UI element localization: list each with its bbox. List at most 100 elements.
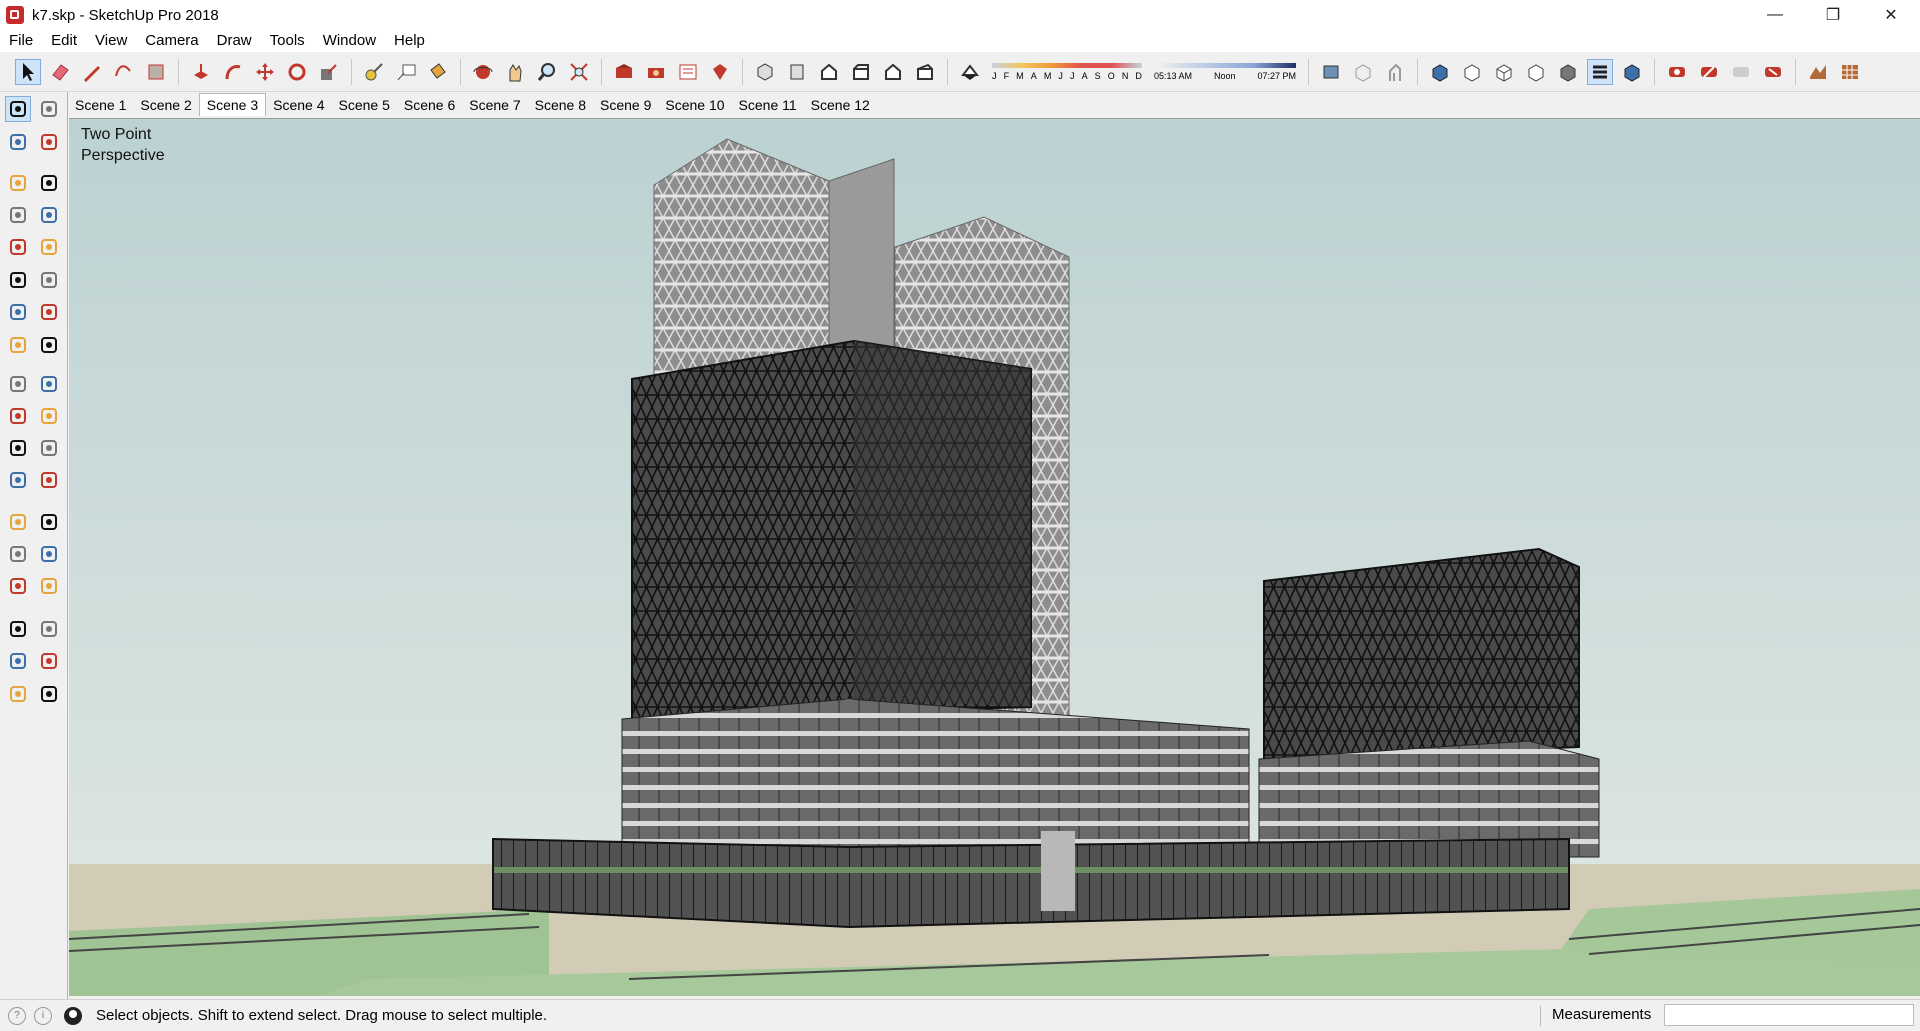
model-viewport[interactable]: Two Point Perspective: [69, 118, 1920, 996]
polygon-icon[interactable]: [36, 234, 62, 260]
pan-icon[interactable]: [36, 541, 62, 567]
protractor-icon[interactable]: [5, 467, 31, 493]
tape-measure-icon[interactable]: [5, 435, 31, 461]
zoom-icon[interactable]: [534, 59, 560, 85]
sandbox-tools-icon[interactable]: [1805, 59, 1831, 85]
x-ray-icon[interactable]: [1318, 59, 1344, 85]
position-camera-icon[interactable]: [5, 648, 31, 674]
push-pull-icon[interactable]: [36, 332, 62, 358]
rectangle-icon[interactable]: [5, 202, 31, 228]
rectangle-icon[interactable]: [143, 59, 169, 85]
text-label-icon[interactable]: [393, 59, 419, 85]
select-arrow-icon[interactable]: [5, 96, 31, 122]
dimension-icon[interactable]: [36, 435, 62, 461]
component-icon[interactable]: [36, 96, 62, 122]
scene-tab[interactable]: Scene 6: [397, 94, 462, 116]
eraser-icon[interactable]: [47, 59, 73, 85]
scale-icon[interactable]: [5, 403, 31, 429]
model-scene[interactable]: Two Point Perspective: [69, 119, 1920, 996]
zoom-extents-icon[interactable]: [5, 616, 31, 642]
pan-icon[interactable]: [502, 59, 528, 85]
3d-text-icon[interactable]: [36, 509, 62, 535]
shadow-date-bar[interactable]: [992, 62, 1142, 68]
scene-tab[interactable]: Scene 9: [593, 94, 658, 116]
walk-icon[interactable]: [5, 681, 31, 707]
previous-view-icon[interactable]: [36, 616, 62, 642]
credits-info-icon[interactable]: i: [34, 1006, 52, 1025]
follow-me-icon[interactable]: [36, 371, 62, 397]
menu-window[interactable]: Window: [314, 30, 385, 52]
three-point-arc-icon[interactable]: [36, 299, 62, 325]
paint-bucket-icon[interactable]: [425, 59, 451, 85]
right-view-icon[interactable]: [848, 59, 874, 85]
pencil-line-icon[interactable]: [79, 59, 105, 85]
scene-tab[interactable]: Scene 7: [462, 94, 527, 116]
sandbox-grid-icon[interactable]: [1837, 59, 1863, 85]
two-point-arc-icon[interactable]: [5, 299, 31, 325]
select-arrow-icon[interactable]: [15, 58, 41, 85]
menu-tools[interactable]: Tools: [261, 30, 314, 52]
shadows-toggle-icon[interactable]: [957, 59, 983, 85]
minimize-button[interactable]: —: [1746, 0, 1804, 30]
iso-view-icon[interactable]: [752, 59, 778, 85]
scene-tab[interactable]: Scene 8: [528, 94, 593, 116]
shadow-time-slider[interactable]: 05:13 AM Noon 07:27 PM: [1154, 62, 1296, 81]
layers-active-icon[interactable]: [1587, 58, 1613, 85]
layout-send-icon[interactable]: [675, 59, 701, 85]
section-plane-icon[interactable]: [1696, 59, 1722, 85]
close-button[interactable]: ✕: [1862, 0, 1920, 30]
zoom-extents-icon[interactable]: [566, 59, 592, 85]
shadow-date-slider[interactable]: J F M A M J J A S O N D: [992, 58, 1142, 86]
axes-icon[interactable]: [5, 509, 31, 535]
back-edges-icon[interactable]: [1350, 59, 1376, 85]
offset-icon[interactable]: [36, 403, 62, 429]
move-icon[interactable]: [5, 332, 31, 358]
move-icon[interactable]: [252, 59, 278, 85]
scene-tab[interactable]: Scene 4: [266, 94, 331, 116]
styles-icon[interactable]: [1619, 59, 1645, 85]
measurements-input[interactable]: [1664, 1004, 1914, 1026]
user-account-icon[interactable]: [64, 1006, 82, 1025]
orbit-icon[interactable]: [5, 541, 31, 567]
shadow-time-bar[interactable]: [1154, 62, 1296, 68]
rotate-icon[interactable]: [284, 59, 310, 85]
extension-warehouse-icon[interactable]: [643, 59, 669, 85]
hidden-line-icon[interactable]: [1427, 59, 1453, 85]
follow-me-icon[interactable]: [220, 59, 246, 85]
front-view-icon[interactable]: [816, 59, 842, 85]
ruby-console-icon[interactable]: [707, 59, 733, 85]
rotate-icon[interactable]: [5, 371, 31, 397]
scene-tab[interactable]: Scene 11: [732, 94, 804, 116]
scale-icon[interactable]: [316, 59, 342, 85]
scene-tab[interactable]: Scene 12: [804, 94, 877, 116]
scene-tab[interactable]: Scene 2: [133, 94, 198, 116]
eraser-icon[interactable]: [36, 129, 62, 155]
top-view-icon[interactable]: [784, 59, 810, 85]
left-view-icon[interactable]: [912, 59, 938, 85]
restore-button[interactable]: ❐: [1804, 0, 1862, 30]
arc-icon[interactable]: [5, 267, 31, 293]
photo-match-icon[interactable]: [1664, 59, 1690, 85]
paint-bucket-icon[interactable]: [5, 129, 31, 155]
text-label-icon[interactable]: [36, 467, 62, 493]
menu-view[interactable]: View: [86, 30, 136, 52]
scene-tab[interactable]: Scene 1: [68, 94, 133, 116]
zoom-window-icon[interactable]: [36, 573, 62, 599]
geo-location-icon[interactable]: [1760, 59, 1786, 85]
circle-icon[interactable]: [5, 234, 31, 260]
zoom-icon[interactable]: [5, 573, 31, 599]
menu-help[interactable]: Help: [385, 30, 434, 52]
push-pull-icon[interactable]: [188, 59, 214, 85]
shaded-solid-icon[interactable]: [1555, 59, 1581, 85]
section-plane-icon[interactable]: [36, 681, 62, 707]
scene-tab-active[interactable]: Scene 3: [198, 93, 267, 116]
menu-camera[interactable]: Camera: [136, 30, 207, 52]
freehand-icon[interactable]: [36, 170, 62, 196]
rotated-rectangle-icon[interactable]: [36, 202, 62, 228]
shaded-textures-icon[interactable]: [1491, 59, 1517, 85]
geo-location-status-icon[interactable]: ?: [8, 1006, 26, 1025]
shaded-icon[interactable]: [1459, 59, 1485, 85]
display-section-icon[interactable]: [1728, 59, 1754, 85]
back-view-icon[interactable]: [880, 59, 906, 85]
tape-measure-icon[interactable]: [361, 59, 387, 85]
